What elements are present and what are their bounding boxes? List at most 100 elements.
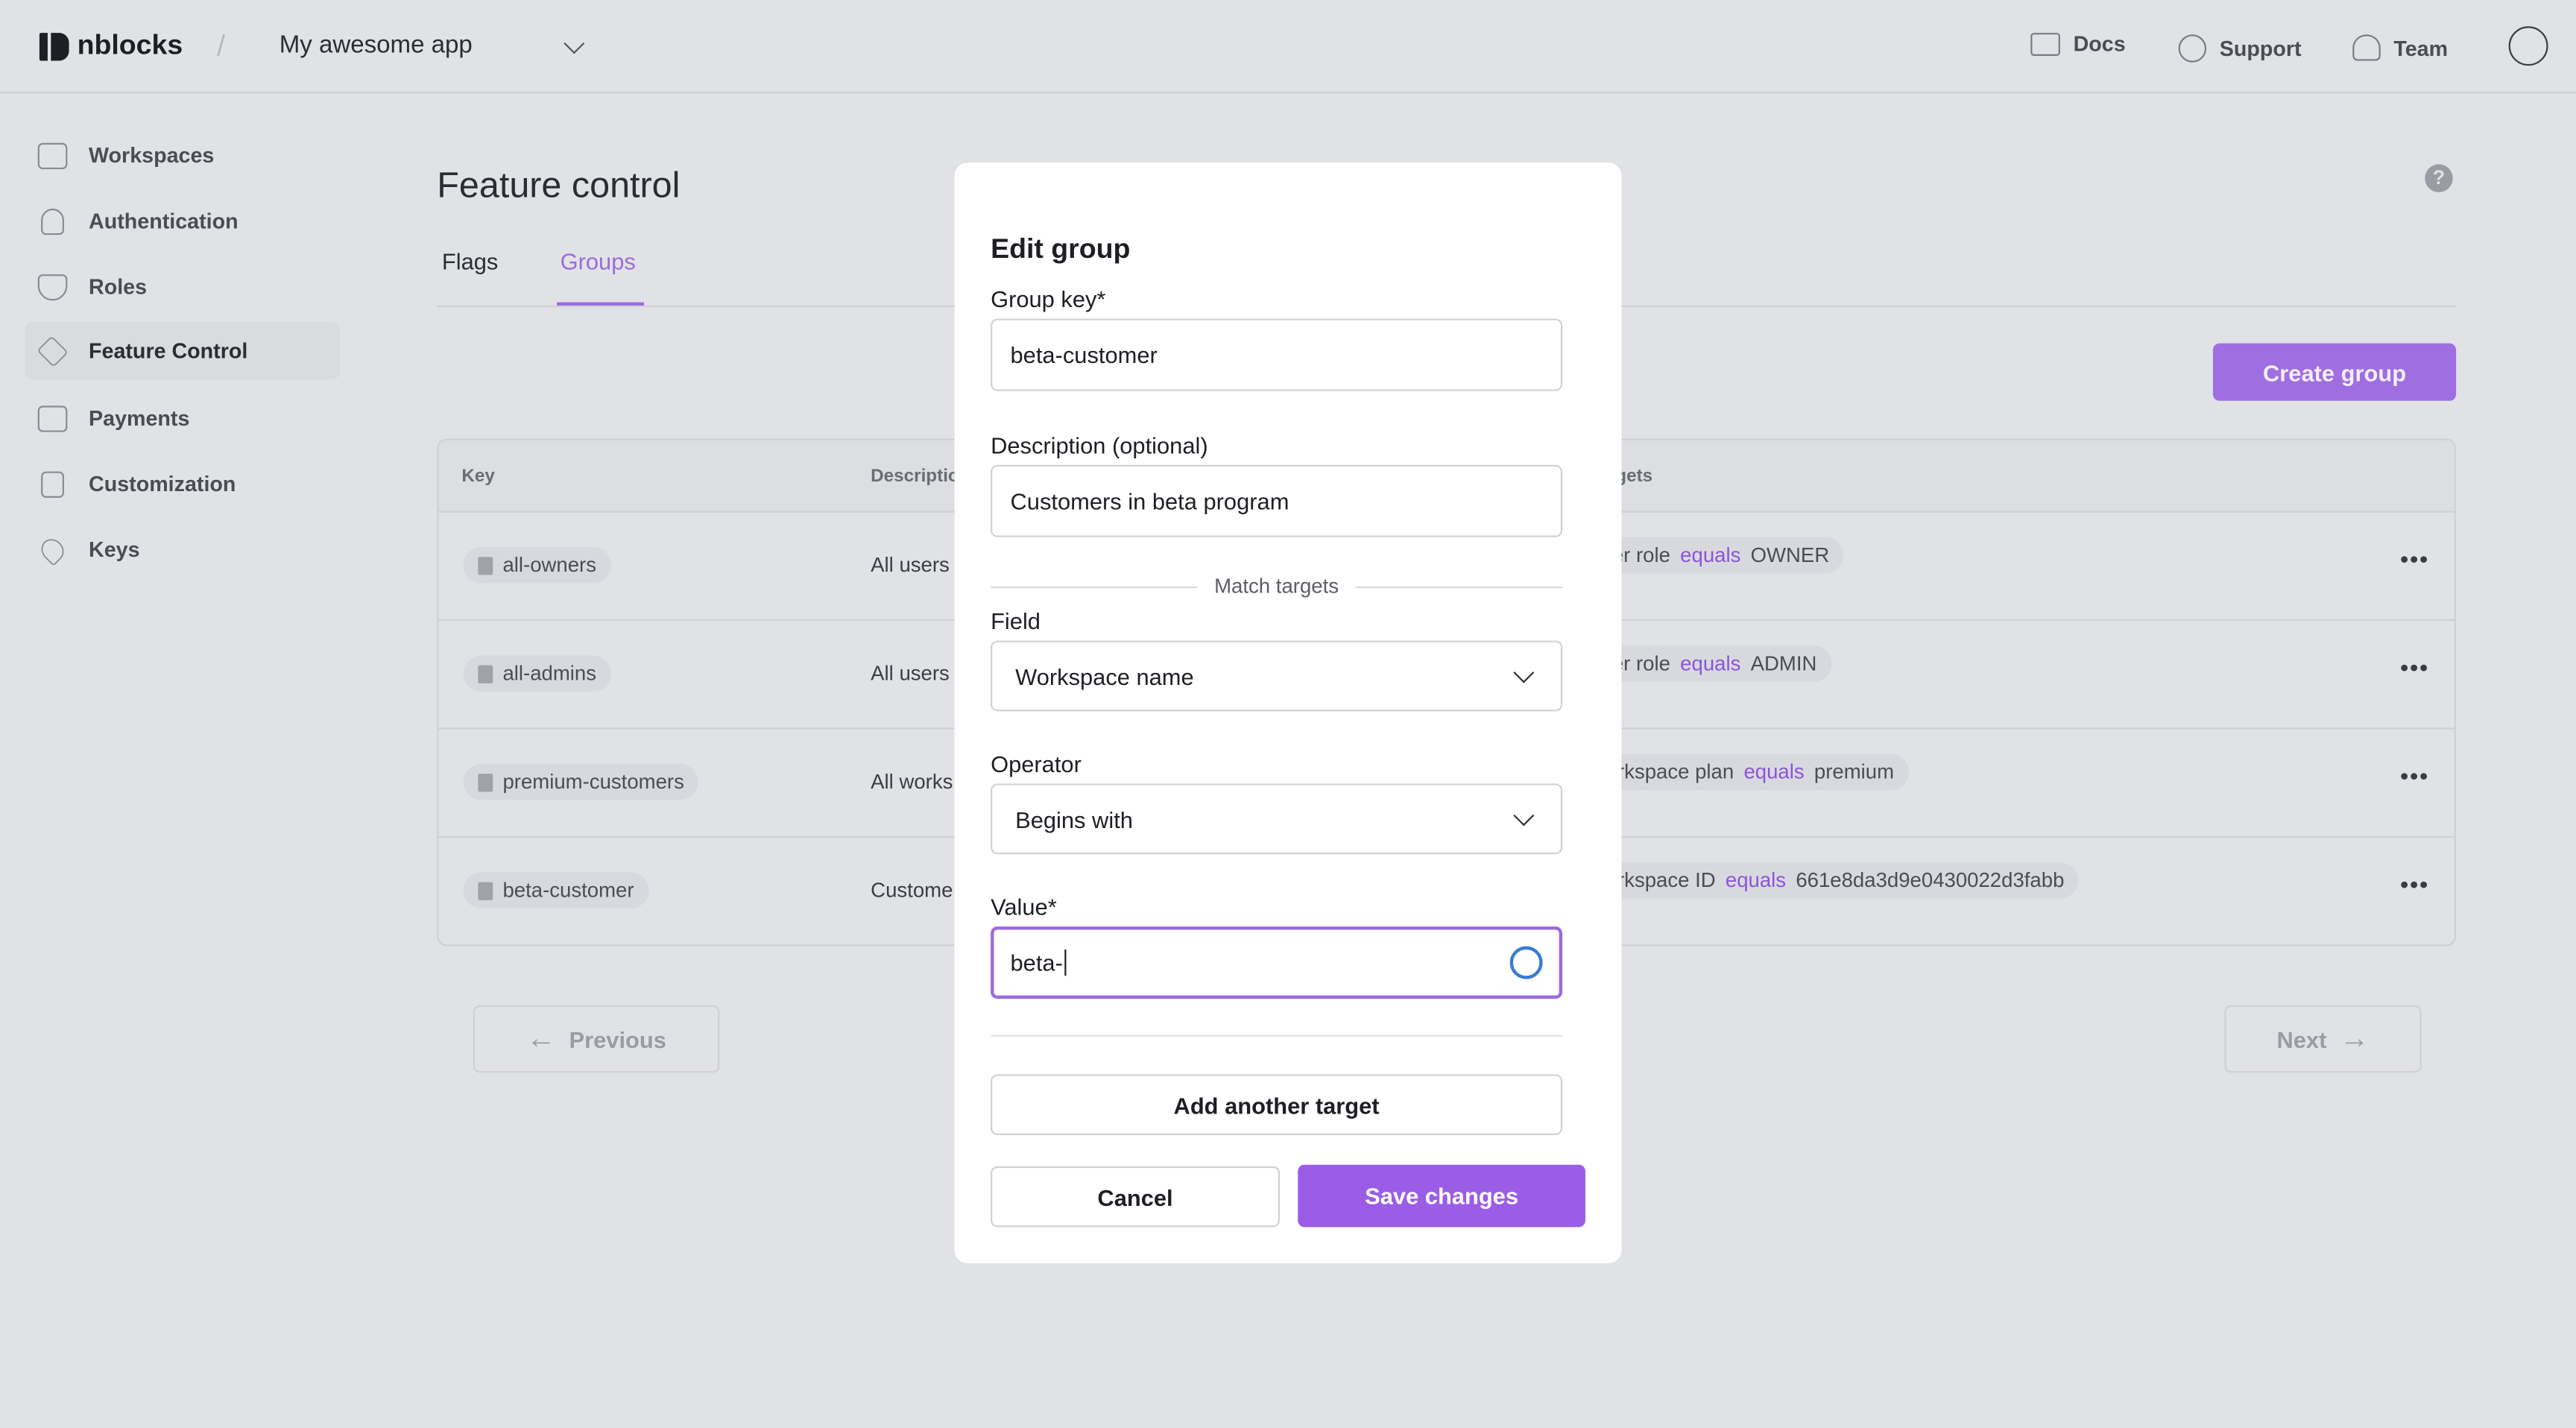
sidebar-item-keys[interactable]: Keys <box>25 521 340 578</box>
password-manager-icon[interactable] <box>1509 946 1543 979</box>
support-label: Support <box>2219 36 2302 61</box>
logo-text: nblocks <box>77 29 183 61</box>
docs-label: Docs <box>2073 31 2126 56</box>
group-description: All works <box>871 770 953 794</box>
lock-icon <box>41 207 64 235</box>
edit-group-modal: Edit group Group key* beta-customer Desc… <box>954 162 1622 1263</box>
active-tab-indicator <box>557 302 645 306</box>
field-select-value: Workspace name <box>1015 663 1194 689</box>
sidebar-label: Workspaces <box>89 142 215 168</box>
description-input[interactable]: Customers in beta program <box>991 464 1563 537</box>
group-key-input[interactable]: beta-customer <box>991 318 1563 391</box>
target-operator: equals <box>1680 543 1741 567</box>
operator-select-value: Begins with <box>1015 806 1133 833</box>
chevron-down-icon <box>1513 661 1535 683</box>
target-badge: Workspace plan equals premium <box>1572 754 1909 791</box>
shield-check-icon <box>37 273 68 300</box>
team-label: Team <box>2393 35 2449 60</box>
group-key: beta-customer <box>502 879 634 903</box>
sidebar-label: Authentication <box>89 208 239 233</box>
next-label: Next <box>2276 1026 2327 1052</box>
sidebar-item-authentication[interactable]: Authentication <box>25 192 340 250</box>
sidebar-item-customization[interactable]: Customization <box>25 455 340 513</box>
sidebar-item-payments[interactable]: Payments <box>25 389 340 446</box>
target-operator: equals <box>1725 868 1787 892</box>
sidebar-label: Customization <box>89 471 236 496</box>
previous-label: Previous <box>569 1026 666 1052</box>
file-icon <box>478 881 493 900</box>
target-badge: Workspace ID equals 661e8da3d9e0430022d3fa… <box>1572 862 2080 899</box>
group-key-badge: beta-customer <box>463 872 649 909</box>
group-key: all-owners <box>502 553 597 577</box>
description-label: Description (optional) <box>991 432 1208 458</box>
group-key-badge: all-admins <box>463 655 611 692</box>
group-key-label: Group key* <box>991 285 1106 312</box>
column-header-key: Key <box>461 466 495 487</box>
key-icon <box>37 534 69 566</box>
sidebar-item-workspaces[interactable]: Workspaces <box>25 127 340 184</box>
sidebar-label: Payments <box>89 405 190 431</box>
operator-select[interactable]: Begins with <box>991 783 1563 855</box>
divider <box>991 1034 1563 1037</box>
sidebar-label: Feature Control <box>89 338 248 364</box>
row-menu-icon[interactable]: ••• <box>2400 762 2429 789</box>
breadcrumb-separator: / <box>216 29 225 63</box>
value-input-text: beta- <box>1011 949 1067 976</box>
field-select[interactable]: Workspace name <box>991 640 1563 712</box>
id-card-icon <box>37 142 68 168</box>
user-avatar-icon[interactable] <box>2508 26 2548 66</box>
sidebar-item-roles[interactable]: Roles <box>25 258 340 315</box>
group-description: Custome <box>871 879 953 903</box>
team-link[interactable]: Team <box>2352 34 2449 61</box>
row-menu-icon[interactable]: ••• <box>2400 654 2429 680</box>
file-icon <box>478 556 493 575</box>
file-icon <box>478 664 493 683</box>
app-selector[interactable]: My awesome app <box>280 31 473 59</box>
group-description: All users <box>871 553 950 577</box>
layers-icon <box>37 335 69 367</box>
row-menu-icon[interactable]: ••• <box>2400 546 2429 572</box>
operator-label: Operator <box>991 751 1082 777</box>
target-operator: equals <box>1743 760 1805 784</box>
arrow-left-icon: ← <box>526 1021 556 1055</box>
target-operator: equals <box>1680 652 1741 675</box>
nblocks-logo-icon <box>39 31 69 60</box>
credit-card-icon <box>37 405 68 432</box>
row-menu-icon[interactable]: ••• <box>2400 871 2429 897</box>
group-description: All users <box>871 662 950 686</box>
support-link[interactable]: Support <box>2178 34 2302 63</box>
sidebar-item-feature-control[interactable]: Feature Control <box>25 322 341 380</box>
modal-title: Edit group <box>991 233 1131 265</box>
save-changes-button[interactable]: Save changes <box>1298 1164 1585 1228</box>
sidebar-label: Keys <box>89 537 140 562</box>
value-label: Value* <box>991 894 1057 920</box>
target-value: OWNER <box>1750 543 1830 567</box>
sidebar-label: Roles <box>89 274 148 300</box>
field-label: Field <box>991 607 1041 634</box>
value-input[interactable]: beta- <box>991 926 1563 999</box>
palette-icon <box>41 470 64 497</box>
logo[interactable]: nblocks <box>39 29 183 63</box>
cancel-button[interactable]: Cancel <box>991 1166 1280 1228</box>
group-key-badge: all-owners <box>463 546 611 584</box>
lifebuoy-icon <box>2178 34 2207 63</box>
tab-groups[interactable]: Groups <box>561 248 636 274</box>
next-button[interactable]: Next → <box>2224 1005 2422 1073</box>
add-target-button[interactable]: Add another target <box>991 1074 1563 1136</box>
page-title: Feature control <box>437 164 681 206</box>
app: nblocks / My awesome app Docs Support Te… <box>0 0 2576 1428</box>
group-key: premium-customers <box>502 770 684 794</box>
target-value: ADMIN <box>1750 652 1817 675</box>
create-group-button[interactable]: Create group <box>2212 343 2457 401</box>
help-icon[interactable]: ? <box>2425 164 2453 192</box>
target-value: 661e8da3d9e0430022d3fabb <box>1796 868 2065 892</box>
previous-button[interactable]: ← Previous <box>473 1005 720 1073</box>
docs-link[interactable]: Docs <box>2030 31 2126 56</box>
tab-flags[interactable]: Flags <box>442 248 498 274</box>
users-icon <box>2352 34 2381 61</box>
file-icon <box>478 773 493 792</box>
match-targets-heading: Match targets <box>1197 575 1356 598</box>
group-key-badge: premium-customers <box>463 763 699 800</box>
arrow-right-icon: → <box>2340 1021 2370 1055</box>
chevron-down-icon <box>1513 804 1535 826</box>
